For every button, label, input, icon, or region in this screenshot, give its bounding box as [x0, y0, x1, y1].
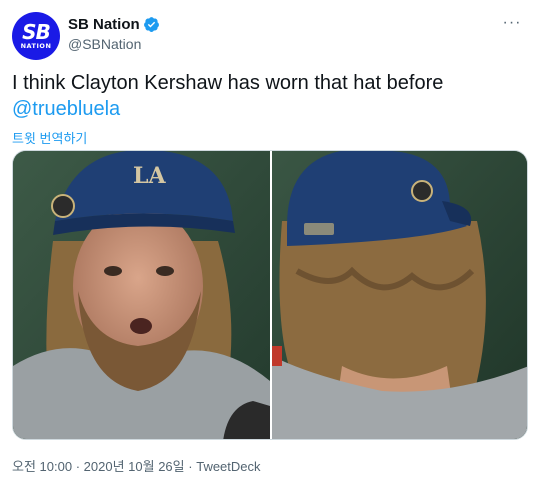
translate-tweet-link[interactable]: 트윗 번역하기 [12, 128, 87, 147]
avatar-logo-text: SB [22, 20, 51, 44]
tweet-date[interactable]: 2020년 10월 26일 [84, 459, 185, 474]
media-grid: LA [12, 150, 528, 440]
footer-separator: · [75, 459, 81, 474]
display-name[interactable]: SB Nation [68, 16, 140, 33]
tweet-time[interactable]: 오전 10:00 [12, 459, 72, 474]
tweet-footer: 오전 10:00 · 2020년 10월 26일 · TweetDeck [12, 456, 261, 475]
avatar[interactable]: SB NATION [12, 12, 60, 60]
verified-badge-icon [143, 16, 159, 32]
author-names: SB Nation @SBNation [68, 14, 160, 52]
cap-logo-text: LA [133, 163, 166, 189]
photo-back[interactable] [272, 151, 527, 439]
tweet-header: SB NATION SB Nation @SBNation ··· [12, 12, 528, 62]
avatar-logo-subtext: NATION [20, 42, 52, 50]
mention-link[interactable]: @truebluela [12, 98, 120, 120]
tweet-text: I think Clayton Kershaw has worn that ha… [12, 70, 528, 122]
account-handle[interactable]: @SBNation [68, 36, 160, 52]
photo-front[interactable]: LA [13, 151, 270, 439]
footer-separator-2: · [188, 459, 193, 474]
more-options-icon[interactable]: ··· [500, 14, 524, 34]
tweet-source[interactable]: TweetDeck [196, 459, 260, 474]
tweet-body: I think Clayton Kershaw has worn that ha… [12, 72, 444, 94]
photo-front-image: LA [13, 151, 270, 439]
photo-back-image [272, 151, 527, 439]
